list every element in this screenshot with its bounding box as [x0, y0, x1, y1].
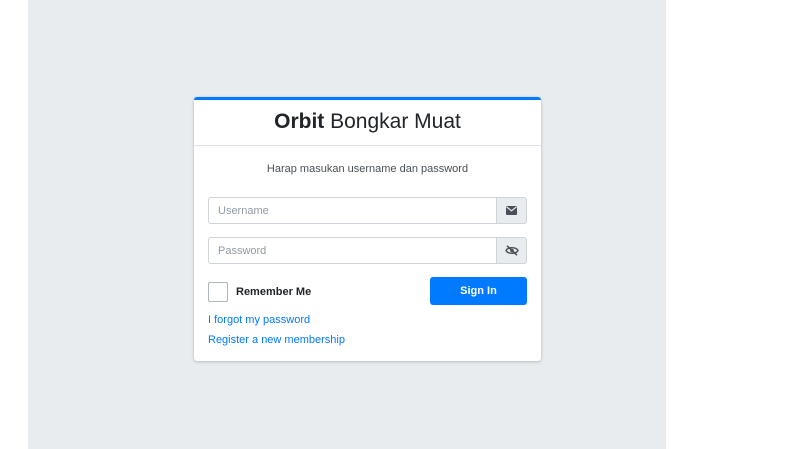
envelope-icon [496, 197, 527, 224]
remember-me-checkbox[interactable] [208, 282, 228, 302]
forgot-password-link[interactable]: I forgot my password [208, 314, 310, 326]
page-background: Orbit Bongkar Muat Harap masukan usernam… [28, 0, 666, 449]
password-group [208, 237, 527, 264]
login-card-header: Orbit Bongkar Muat [194, 100, 541, 146]
login-card: Orbit Bongkar Muat Harap masukan usernam… [194, 97, 541, 361]
brand-name: Orbit [274, 110, 325, 133]
password-input[interactable] [208, 237, 496, 264]
login-message: Harap masukan username dan password [266, 163, 469, 175]
sign-in-button[interactable]: Sign In [430, 277, 527, 305]
username-input[interactable] [208, 197, 496, 224]
brand-subtitle: Bongkar Muat [330, 110, 461, 133]
remember-me-label[interactable]: Remember Me [236, 286, 311, 298]
register-link[interactable]: Register a new membership [208, 334, 345, 346]
remember-me[interactable]: Remember Me [208, 282, 311, 302]
eye-slash-icon[interactable] [496, 237, 527, 264]
username-group [208, 197, 527, 224]
